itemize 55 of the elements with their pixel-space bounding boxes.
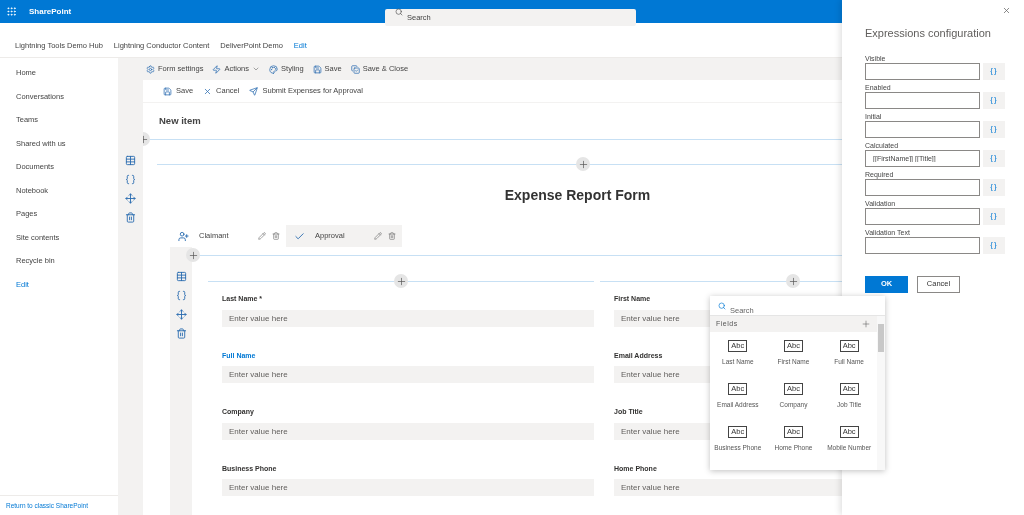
expression-input[interactable]	[865, 120, 980, 138]
input-field[interactable]: Enter value here	[222, 422, 594, 440]
save-copy-icon	[350, 64, 360, 74]
gear-icon	[146, 64, 155, 74]
close-icon	[203, 86, 213, 96]
expression-editor-button[interactable]: {}	[983, 120, 1005, 138]
expression-input[interactable]	[865, 62, 980, 80]
bolt-icon	[212, 64, 222, 74]
delete-icon[interactable]	[272, 232, 280, 240]
scrollbar[interactable]	[877, 316, 885, 470]
close-icon[interactable]	[1002, 6, 1011, 15]
app-name[interactable]: SharePoint	[29, 5, 72, 18]
input-field[interactable]: Enter value here	[222, 479, 594, 496]
panel-title: Expressions configuration	[865, 26, 992, 41]
page-title: New item	[159, 113, 201, 128]
input-field[interactable]: Enter value here	[222, 309, 594, 327]
save-icon	[163, 86, 172, 96]
input-field[interactable]: Enter value here	[614, 479, 842, 496]
save-icon	[312, 64, 322, 74]
add-icon[interactable]	[576, 157, 590, 171]
input-field[interactable]: Enter value here	[222, 366, 594, 383]
palette-icon	[269, 64, 279, 74]
expression-editor-button[interactable]: {}	[983, 178, 1005, 196]
add-icon[interactable]	[186, 248, 200, 262]
delete-icon[interactable]	[388, 232, 396, 240]
form-title: Expense Report Form	[504, 185, 651, 205]
delete-icon[interactable]	[125, 212, 136, 223]
expression-editor-button[interactable]: {}	[983, 149, 1005, 167]
search-icon	[718, 302, 726, 310]
table-icon[interactable]	[175, 271, 187, 282]
expression-input[interactable]	[865, 91, 980, 109]
expression-input[interactable]	[865, 207, 980, 225]
table-icon[interactable]	[125, 155, 136, 166]
braces-icon[interactable]	[175, 290, 187, 301]
add-icon[interactable]	[786, 274, 800, 288]
expression-editor-button[interactable]: {}	[983, 236, 1005, 254]
edit-icon[interactable]	[374, 232, 382, 240]
expression-editor-button[interactable]: {}	[983, 91, 1005, 109]
expression-input[interactable]	[865, 178, 980, 196]
move-icon[interactable]	[175, 309, 187, 320]
add-icon[interactable]	[394, 274, 408, 288]
delete-icon[interactable]	[175, 328, 187, 339]
search-icon	[395, 7, 403, 16]
caret-icon	[252, 65, 261, 73]
expression-input[interactable]	[865, 236, 980, 254]
check-icon	[294, 230, 305, 242]
add-icon[interactable]	[861, 319, 871, 329]
expression-editor-button[interactable]: {}	[983, 62, 1005, 80]
user-plus-icon	[178, 230, 189, 242]
braces-icon[interactable]	[125, 174, 136, 185]
edit-icon[interactable]	[258, 232, 266, 240]
send-icon	[249, 86, 259, 96]
move-icon[interactable]	[125, 193, 136, 204]
expression-editor-button[interactable]: {}	[983, 207, 1005, 225]
app-launcher-icon[interactable]	[6, 6, 17, 17]
